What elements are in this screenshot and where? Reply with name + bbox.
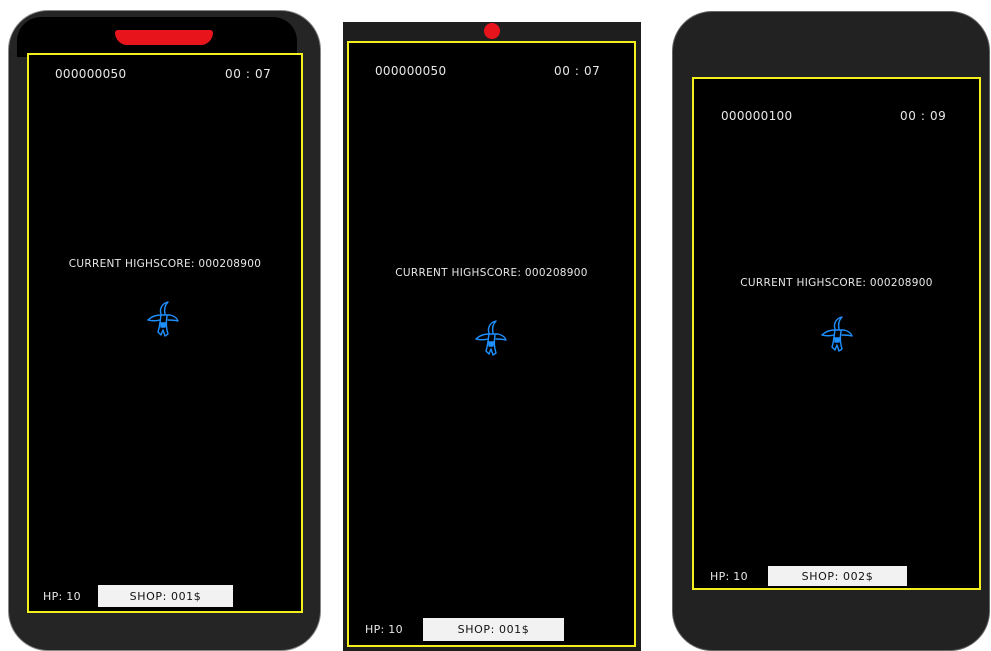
player-plane-icon[interactable]: [146, 299, 180, 339]
score-counter: 000000050: [375, 64, 447, 78]
timer: 00 : 07: [225, 67, 272, 81]
shop-button[interactable]: SHOP: 002$: [768, 566, 907, 586]
player-plane-icon[interactable]: [474, 318, 508, 358]
game-screen-1[interactable]: 000000050 00 : 07 CURRENT HIGHSCORE: 000…: [27, 53, 303, 613]
highscore-label: CURRENT HIGHSCORE: 000208900: [395, 267, 588, 279]
player-plane-icon[interactable]: [820, 314, 854, 354]
game-screen-3[interactable]: 000000100 00 : 09 CURRENT HIGHSCORE: 000…: [692, 77, 981, 590]
hp-label: HP: 10: [43, 590, 81, 603]
hp-label: HP: 10: [365, 623, 403, 636]
shop-button[interactable]: SHOP: 001$: [98, 585, 233, 607]
highscore-label: CURRENT HIGHSCORE: 000208900: [68, 258, 262, 270]
score-counter: 000000100: [721, 109, 793, 123]
redaction-mark: [115, 30, 213, 45]
redaction-mark: [484, 23, 500, 39]
timer: 00 : 09: [900, 109, 947, 123]
timer: 00 : 07: [554, 64, 601, 78]
shop-button[interactable]: SHOP: 001$: [423, 618, 564, 641]
highscore-label: CURRENT HIGHSCORE: 000208900: [740, 277, 933, 289]
hp-label: HP: 10: [710, 570, 748, 583]
score-counter: 000000050: [55, 67, 127, 81]
game-screen-2[interactable]: 000000050 00 : 07 CURRENT HIGHSCORE: 000…: [347, 41, 636, 647]
